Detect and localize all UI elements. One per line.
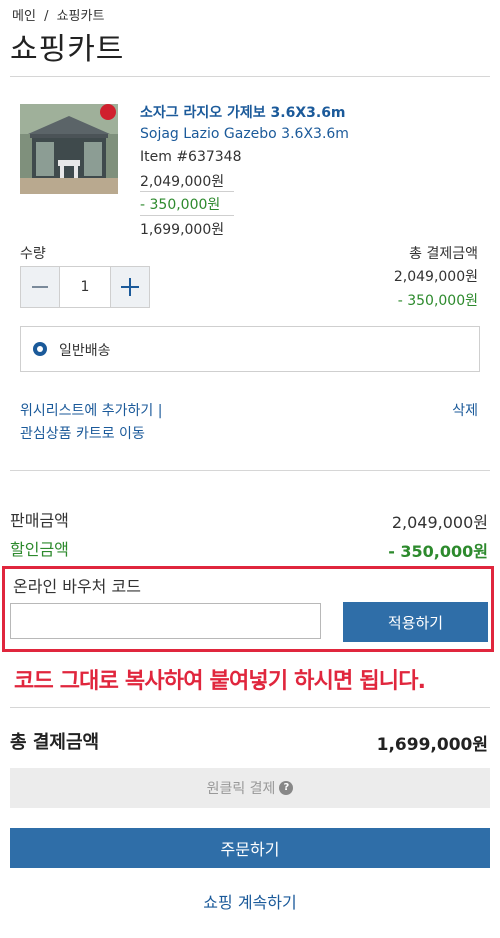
line-total-label: 총 결제금액 (409, 246, 478, 262)
voucher-notice: 코드 그대로 복사하여 붙여넣기 하시면 됩니다. (14, 669, 426, 694)
move-to-interest-cart-link[interactable]: 관심상품 카트로 이동 (20, 423, 145, 443)
radio-selected-icon[interactable] (33, 342, 47, 356)
plus-icon (121, 278, 139, 296)
quantity-decrease-button[interactable] (21, 267, 59, 307)
shipping-label: 일반배송 (59, 343, 111, 359)
product-discount: - 350,000원 (140, 197, 221, 213)
price-divider (140, 191, 234, 192)
order-total-value: 1,699,000원 (376, 735, 488, 755)
apply-voucher-button[interactable]: 적용하기 (343, 602, 488, 642)
divider (10, 470, 490, 471)
product-final-price: 1,699,000원 (140, 222, 225, 238)
add-to-wishlist-link[interactable]: 위시리스트에 추가하기 | (20, 400, 162, 420)
quantity-value[interactable]: 1 (59, 267, 111, 307)
product-name-en[interactable]: Sojag Lazio Gazebo 3.6X3.6m (140, 126, 349, 142)
oneclick-payment-button[interactable]: 원클릭 결제 ? (10, 768, 490, 808)
help-icon[interactable]: ? (279, 781, 294, 795)
discount-amount-value: - 350,000원 (388, 542, 488, 561)
quantity-stepper: 1 (20, 266, 150, 308)
voucher-title: 온라인 바우처 코드 (13, 577, 141, 596)
breadcrumb-home[interactable]: 메인 (12, 9, 36, 24)
breadcrumb-separator: / (44, 9, 49, 24)
breadcrumb: 메인 / 쇼핑카트 (12, 5, 104, 24)
discount-amount-label: 할인금액 (10, 540, 69, 559)
oneclick-label: 원클릭 결제 (206, 781, 276, 797)
gazebo-image (20, 104, 118, 194)
quantity-label: 수량 (20, 246, 46, 262)
line-total-price: 2,049,000원 (393, 269, 478, 285)
minus-icon (32, 286, 48, 288)
order-total-label: 총 결제금액 (10, 732, 100, 753)
voucher-code-input[interactable] (10, 603, 321, 639)
divider (10, 76, 490, 77)
page-title: 쇼핑카트 (10, 32, 125, 67)
divider (10, 707, 490, 708)
line-total-discount: - 350,000원 (397, 293, 478, 309)
product-image[interactable] (20, 104, 118, 194)
product-name-ko[interactable]: 소자그 라지오 가제보 3.6X3.6m (140, 102, 346, 122)
breadcrumb-current: 쇼핑카트 (56, 9, 105, 24)
sale-amount-value: 2,049,000원 (391, 513, 488, 532)
sale-amount-label: 판매금액 (10, 511, 69, 530)
discount-divider (140, 215, 234, 216)
shipping-option[interactable]: 일반배송 (20, 326, 480, 372)
continue-shopping-link[interactable]: 쇼핑 계속하기 (0, 889, 500, 913)
product-item-number: Item #637348 (140, 149, 242, 165)
product-price: 2,049,000원 (140, 174, 225, 190)
delete-link[interactable]: 삭제 (452, 400, 478, 420)
order-button[interactable]: 주문하기 (10, 828, 490, 868)
quantity-increase-button[interactable] (111, 267, 149, 307)
voucher-section: 온라인 바우처 코드 적용하기 (2, 566, 494, 652)
